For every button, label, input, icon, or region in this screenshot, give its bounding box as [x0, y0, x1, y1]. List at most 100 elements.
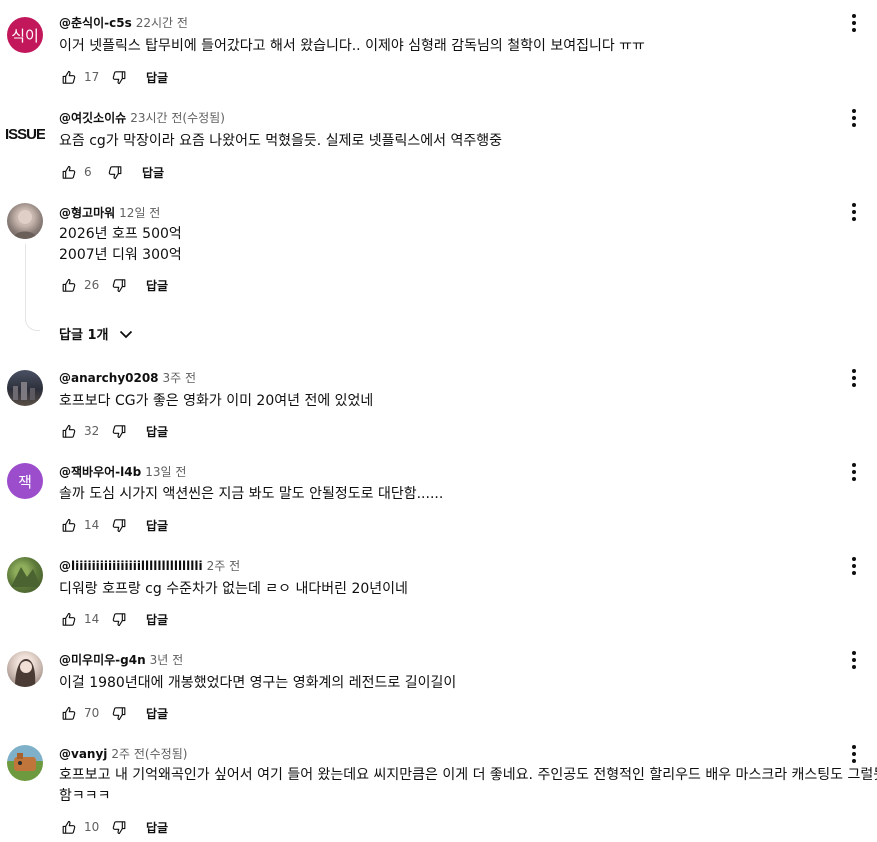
dislike-button[interactable]: [110, 704, 128, 722]
avatar[interactable]: [7, 370, 43, 406]
thumb-up-icon: [62, 165, 75, 179]
like-button[interactable]: [59, 516, 77, 534]
avatar[interactable]: [7, 203, 43, 239]
thread-line: [25, 244, 40, 331]
comment-actions: 70 답글: [59, 702, 168, 724]
reply-button[interactable]: 답글: [146, 277, 168, 294]
comment-actions: 14 답글: [59, 608, 168, 630]
author-name[interactable]: @형고마워: [59, 206, 115, 220]
avatar[interactable]: [7, 557, 43, 593]
comment-time[interactable]: 3년 전: [150, 653, 184, 667]
comment-text: 이거 넷플릭스 탑무비에 들어갔다고 해서 왔습니다.. 이제야 심형래 감독님…: [59, 36, 859, 57]
like-count: 32: [84, 424, 100, 438]
comment-text: 솔까 도심 시가지 액션씬은 지금 봐도 말도 안될정도로 대단함......: [59, 484, 859, 505]
comment-text: 2026년 호프 500억 2007년 디워 300억: [59, 224, 859, 266]
comment-text-line: 호프보고 내 기억왜곡인가 싶어서 여기 들어 왔는데요 씨지만큼은 이게 더 …: [59, 767, 877, 783]
author-name[interactable]: @anarchy0208: [59, 371, 159, 385]
chevron-down-icon: [120, 330, 133, 338]
kebab-menu-icon: [852, 203, 856, 221]
kebab-menu-icon: [852, 745, 856, 763]
thumb-up-icon: [62, 612, 75, 626]
like-count: 70: [84, 706, 100, 720]
like-count: 14: [84, 612, 100, 626]
kebab-menu-icon: [852, 557, 856, 575]
comment-actions: 14 답글: [59, 514, 168, 536]
dislike-button[interactable]: [110, 422, 128, 440]
author-name[interactable]: @춘식이-c5s: [59, 16, 132, 30]
avatar[interactable]: ISSUE: [5, 116, 45, 152]
like-count: 10: [84, 820, 100, 834]
reply-button[interactable]: 답글: [146, 69, 168, 86]
like-count: 6: [84, 165, 92, 179]
more-actions-button[interactable]: [844, 201, 864, 223]
user-photo-icon: [14, 753, 36, 771]
thumb-down-icon: [112, 612, 125, 626]
dislike-button[interactable]: [110, 610, 128, 628]
author-name[interactable]: @미우미우-g4n: [59, 653, 146, 667]
avatar[interactable]: 식이: [7, 17, 43, 53]
like-button[interactable]: [59, 163, 77, 181]
thumb-down-icon: [112, 278, 125, 292]
like-button[interactable]: [59, 422, 77, 440]
thumb-up-icon: [62, 424, 75, 438]
comment-actions: 26 답글: [59, 274, 168, 296]
comment-text-line: 이거 넷플릭스 탑무비에 들어갔다고 해서 왔습니다.. 이제야 심형래 감독님…: [59, 38, 645, 54]
comment-header: @춘식이-c5s 22시간 전: [59, 15, 188, 31]
kebab-menu-icon: [852, 369, 856, 387]
dislike-button[interactable]: [106, 163, 124, 181]
avatar[interactable]: 잭: [7, 463, 43, 499]
reply-button[interactable]: 답글: [146, 423, 168, 440]
like-count: 14: [84, 518, 100, 532]
reply-button[interactable]: 답글: [146, 517, 168, 534]
reply-button[interactable]: 답글: [146, 705, 168, 722]
more-actions-button[interactable]: [844, 12, 864, 34]
comment-time[interactable]: 2주 전(수정됨): [111, 747, 187, 761]
view-replies-button[interactable]: 답글 1개: [59, 324, 134, 343]
thumb-up-icon: [62, 518, 75, 532]
thumb-up-icon: [62, 820, 75, 834]
comment-time[interactable]: 23시간 전(수정됨): [130, 111, 225, 125]
comment-header: @vanyj 2주 전(수정됨): [59, 746, 187, 762]
more-actions-button[interactable]: [844, 107, 864, 129]
avatar[interactable]: [7, 651, 43, 687]
kebab-menu-icon: [852, 651, 856, 669]
comment-actions: 10 답글: [59, 816, 168, 838]
more-actions-button[interactable]: [844, 555, 864, 577]
like-button[interactable]: [59, 610, 77, 628]
comment-time[interactable]: 2주 전: [207, 559, 241, 573]
dislike-button[interactable]: [110, 68, 128, 86]
reply-button[interactable]: 답글: [146, 819, 168, 836]
reply-button[interactable]: 답글: [142, 164, 164, 181]
user-photo-icon: [13, 382, 35, 400]
dislike-button[interactable]: [110, 276, 128, 294]
thumb-up-icon: [62, 706, 75, 720]
like-button[interactable]: [59, 276, 77, 294]
like-button[interactable]: [59, 818, 77, 836]
like-button[interactable]: [59, 68, 77, 86]
author-name[interactable]: @vanyj: [59, 747, 107, 761]
more-actions-button[interactable]: [844, 367, 864, 389]
avatar[interactable]: [7, 745, 43, 781]
author-name[interactable]: @liiiiiiiiiiiiiiiilllllllllllllli: [59, 559, 203, 573]
comment-time[interactable]: 22시간 전: [136, 16, 188, 30]
dislike-button[interactable]: [110, 516, 128, 534]
comment-time[interactable]: 13일 전: [145, 465, 186, 479]
comment-header: @잭바우어-l4b 13일 전: [59, 464, 186, 480]
like-count: 26: [84, 278, 100, 292]
comment-text: 이걸 1980년대에 개봉했었다면 영구는 영화계의 레전드로 길이길이: [59, 673, 859, 694]
comment-text-line: 함ㅋㅋㅋ: [59, 788, 111, 804]
reply-button[interactable]: 답글: [146, 611, 168, 628]
dislike-button[interactable]: [110, 818, 128, 836]
more-actions-button[interactable]: [844, 743, 864, 765]
author-name[interactable]: @여깃소이슈: [59, 111, 126, 125]
comment-time[interactable]: 3주 전: [163, 371, 197, 385]
like-button[interactable]: [59, 704, 77, 722]
more-actions-button[interactable]: [844, 461, 864, 483]
comment-text-line: 2007년 디워 300억: [59, 247, 182, 263]
user-photo-icon: [11, 567, 41, 587]
comment-text-line: 호프보다 CG가 좋은 영화가 이미 20여년 전에 있었네: [59, 393, 374, 409]
more-actions-button[interactable]: [844, 649, 864, 671]
comment-time[interactable]: 12일 전: [119, 206, 160, 220]
author-name[interactable]: @잭바우어-l4b: [59, 465, 141, 479]
comment-text-line: 디워랑 호프랑 cg 수준차가 없는데 ㄹㅇ 내다버린 20년이네: [59, 581, 408, 597]
